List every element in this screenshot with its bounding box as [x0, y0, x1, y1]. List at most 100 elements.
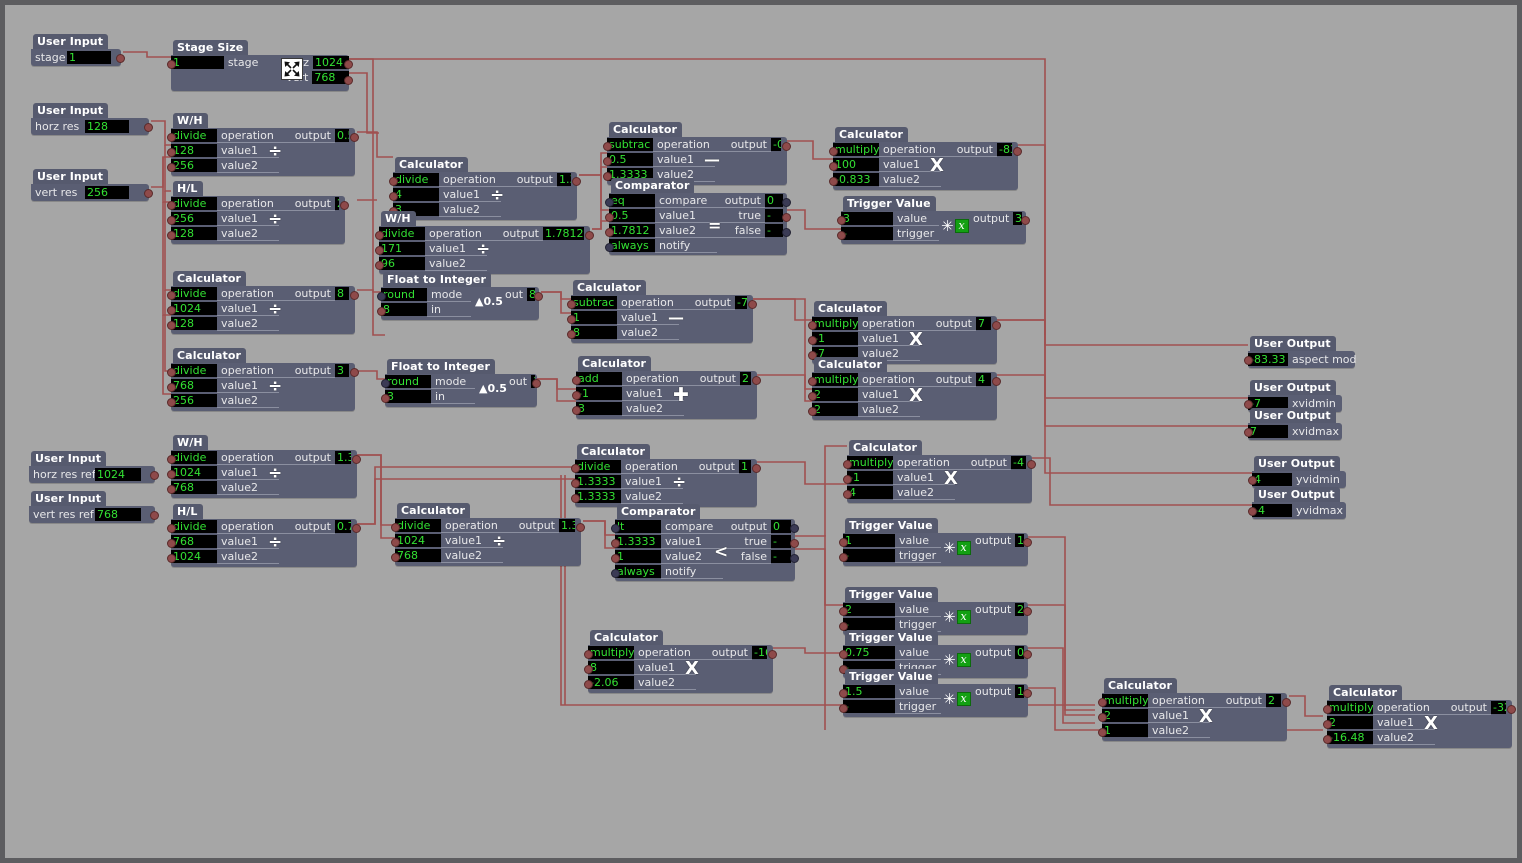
- trigger-field[interactable]: -: [843, 700, 895, 713]
- node-calc-sub-1-8[interactable]: Calculator subtrac operation output -7 1 value…: [567, 276, 757, 343]
- node-cmp-eq[interactable]: Comparator eq compare output 0 0.5 value1 true -…: [605, 174, 791, 255]
- notify-field[interactable]: always: [615, 565, 661, 578]
- value1-field[interactable]: -1: [576, 387, 622, 400]
- node-body[interactable]: lt compare output 0 1.3333 value1 true -1 value2…: [611, 519, 799, 581]
- value1-field[interactable]: 1024: [171, 302, 217, 315]
- node-trig-1[interactable]: Trigger Value1valueoutput1-trigger✳x: [839, 514, 1032, 566]
- value2-field[interactable]: 8: [571, 326, 617, 339]
- output-value-field[interactable]: -83.33: [1248, 353, 1288, 366]
- node-body[interactable]: multiply operation output 4 2 value1 2 value2 X: [808, 372, 1001, 420]
- node-calc-add-1-3[interactable]: Calculator add operation output 2 -1 value1 3 va…: [572, 352, 761, 419]
- trigger-field[interactable]: -: [841, 227, 893, 240]
- node-stage-size[interactable]: Stage Size1stagehorz1024vert768: [167, 36, 353, 91]
- value1-field[interactable]: 2: [1102, 709, 1148, 722]
- node-body[interactable]: multiplyoperationoutput-32.962value1-16.…: [1323, 700, 1516, 748]
- node-trig-3[interactable]: Trigger Value3valueoutput3-trigger✳x: [837, 192, 1030, 244]
- node-ui-vertresref[interactable]: User Input vert res ref 768: [29, 487, 159, 523]
- value1-field[interactable]: 4: [393, 188, 439, 201]
- operation-field[interactable]: divide: [575, 460, 621, 473]
- value2-field[interactable]: 1: [615, 550, 661, 563]
- operation-field[interactable]: subtrac: [607, 138, 653, 151]
- node-calc-wh-2[interactable]: W/Hdivideoperationoutput1.33331024value1…: [167, 431, 361, 498]
- value1-field[interactable]: 171: [379, 242, 425, 255]
- operation-field[interactable]: divide: [171, 129, 217, 142]
- node-calc-171-96[interactable]: W/H divide operation output 1.7812 171 value1 9…: [375, 207, 594, 274]
- operation-field[interactable]: divide: [171, 520, 217, 533]
- operation-field[interactable]: divide: [395, 519, 441, 532]
- value-field[interactable]: 2: [843, 603, 895, 616]
- output-value-field[interactable]: 7: [1248, 425, 1288, 438]
- value1-field[interactable]: 0.5: [609, 209, 655, 222]
- expand-arrows-icon[interactable]: [281, 58, 303, 80]
- value2-field[interactable]: 256: [171, 159, 217, 172]
- value-field[interactable]: 0.75: [843, 646, 895, 659]
- operation-field[interactable]: divide: [171, 451, 217, 464]
- value1-field[interactable]: -1: [847, 471, 893, 484]
- operation-field[interactable]: multiply: [812, 373, 858, 386]
- node-body[interactable]: divide operation output 1.7812 171 value1 96 va…: [375, 226, 594, 274]
- operation-field[interactable]: subtrac: [571, 296, 617, 309]
- value1-field[interactable]: 256: [171, 212, 217, 225]
- value1-field[interactable]: 2: [1327, 716, 1373, 729]
- node-body[interactable]: add operation output 2 -1 value1 3 value2 ✚: [572, 371, 761, 419]
- node-body[interactable]: vert res 256: [31, 184, 153, 201]
- node-body[interactable]: eq compare output 0 0.5 value1 true -1.7812 valu…: [605, 193, 791, 255]
- value2-field[interactable]: 2: [812, 403, 858, 416]
- node-calc-div-133[interactable]: Calculator divide operation output 1 1.3333 va…: [571, 440, 761, 507]
- node-body[interactable]: 1valueoutput1-trigger✳x: [839, 533, 1032, 566]
- node-body[interactable]: multiply operation output 2 2 value1 1 value2 X: [1098, 693, 1291, 741]
- value2-field[interactable]: 1024: [171, 550, 217, 563]
- value-field[interactable]: 1: [843, 534, 895, 547]
- mode-field[interactable]: round: [385, 375, 431, 388]
- value2-field[interactable]: 768: [395, 549, 441, 562]
- stage-field[interactable]: 1: [171, 56, 224, 69]
- operation-field[interactable]: divide: [393, 173, 439, 186]
- node-uo-yvidmax[interactable]: User Output -4 yvidmax: [1248, 483, 1346, 519]
- node-uo-aspectmod[interactable]: User Output -83.33 aspect mod: [1244, 332, 1357, 368]
- node-body[interactable]: 1.5valueoutput1.5-trigger✳x: [839, 684, 1032, 717]
- node-calc-1024-128[interactable]: Calculator divide operation output 8 1024 valu…: [167, 267, 359, 334]
- value1-field[interactable]: 1.3333: [575, 475, 621, 488]
- operation-field[interactable]: divide: [171, 197, 217, 210]
- value1-field[interactable]: 8: [588, 661, 634, 674]
- value1-field[interactable]: 768: [171, 535, 217, 548]
- input-value-field[interactable]: 128: [85, 120, 129, 133]
- operation-field[interactable]: divide: [171, 364, 217, 377]
- value2-field[interactable]: -2.06: [588, 676, 634, 689]
- node-uo-xvidmax[interactable]: User Output 7 xvidmax: [1244, 404, 1342, 440]
- value2-field[interactable]: -0.833: [833, 173, 879, 186]
- node-body[interactable]: -83.33 aspect mod: [1244, 351, 1357, 368]
- node-f2i-8[interactable]: Float to Integerroundmode out 88in▲0.5: [377, 268, 543, 320]
- node-ui-vertres[interactable]: User Input vert res 256: [31, 165, 153, 201]
- node-body[interactable]: 3valueoutput3-trigger✳x: [837, 211, 1030, 244]
- value1-field[interactable]: 2: [812, 388, 858, 401]
- node-calc-wh-1[interactable]: W/Hdivideoperationoutput0.5128value1256v…: [167, 109, 359, 176]
- value2-field[interactable]: 1.7812: [609, 224, 655, 237]
- mode-field[interactable]: round: [381, 288, 427, 301]
- node-body[interactable]: divideoperationoutput0.5128value1256valu…: [167, 128, 359, 176]
- operation-field[interactable]: multiply: [812, 317, 858, 330]
- node-body[interactable]: 1stagehorz1024vert768: [167, 55, 353, 91]
- node-body[interactable]: divide operation output 3 768 value1 256 value2…: [167, 363, 359, 411]
- node-body[interactable]: roundmode out 88in▲0.5: [377, 287, 543, 320]
- value1-field[interactable]: -1: [812, 332, 858, 345]
- node-body[interactable]: 7 xvidmax: [1244, 423, 1342, 440]
- node-body[interactable]: horz res 128: [31, 118, 153, 135]
- in-field[interactable]: 8: [381, 303, 427, 316]
- node-body[interactable]: multiplyoperationoutput-83.33100value1-0…: [829, 142, 1022, 190]
- node-trig-15[interactable]: Trigger Value1.5valueoutput1.5-trigger✳x: [839, 665, 1032, 717]
- node-body[interactable]: multiply operation output -4 -1 value1 4 value2…: [843, 455, 1036, 503]
- operation-field[interactable]: multiply: [847, 456, 893, 469]
- value2-field[interactable]: 256: [171, 394, 217, 407]
- node-body[interactable]: stage 1: [31, 49, 125, 66]
- value1-field[interactable]: 1: [571, 311, 617, 324]
- value-field[interactable]: 3: [841, 212, 893, 225]
- node-cmp-lt[interactable]: Comparator lt compare output 0 1.3333 value1 tr…: [611, 500, 799, 581]
- node-calc-mul-8[interactable]: Calculatormultiplyoperationoutput-16.488…: [584, 626, 777, 693]
- trigger-field[interactable]: -: [843, 549, 895, 562]
- node-body[interactable]: subtrac operation output -7 1 value1 8 value2—: [567, 295, 757, 343]
- input-value-field[interactable]: 768: [95, 508, 141, 521]
- node-graph-canvas[interactable]: User Inputstage1Stage Size1stagehorz1024…: [0, 0, 1522, 863]
- node-calc-mul-100[interactable]: Calculatormultiplyoperationoutput-83.331…: [829, 123, 1022, 190]
- node-calc-hl-1[interactable]: H/Ldivideoperationoutput2256value1128val…: [167, 177, 349, 244]
